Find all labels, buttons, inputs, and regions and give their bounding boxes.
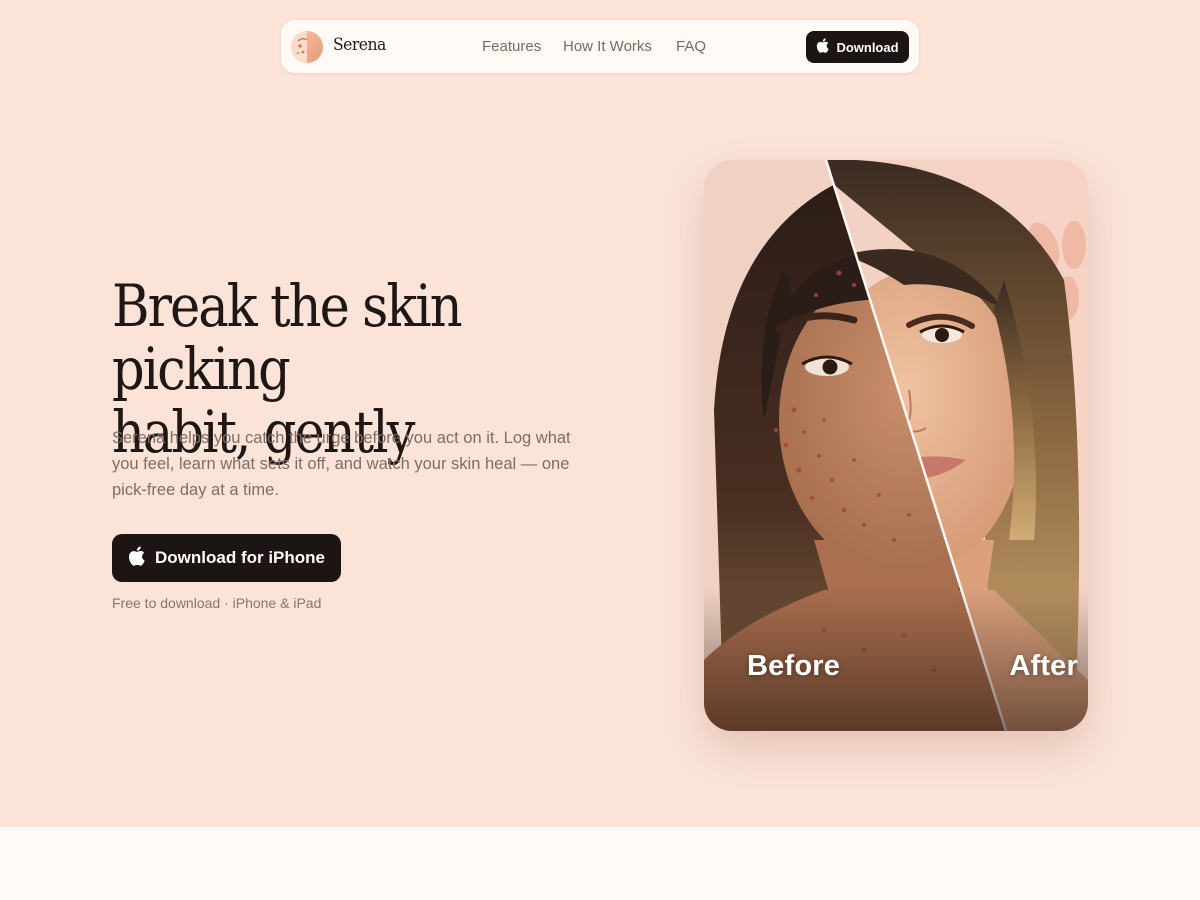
brand-name[interactable]: Serena [333,35,386,55]
apple-icon [128,546,145,571]
nav-link-how-it-works[interactable]: How It Works [563,38,652,55]
after-label: After [1009,650,1078,682]
nav-link-faq[interactable]: FAQ [676,38,706,55]
download-for-iphone-button[interactable]: Download for iPhone [112,534,341,582]
before-after-illustration [704,160,1088,731]
top-nav: Serena Features How It Works FAQ Downloa… [281,20,919,73]
nav-download-label: Download [836,39,899,55]
next-section [0,827,1200,900]
cta-label: Download for iPhone [155,548,325,567]
before-label: Before [747,650,841,682]
apple-icon [816,38,830,56]
serena-logo-icon[interactable] [291,31,323,63]
nav-link-features[interactable]: Features [482,38,541,55]
cta-note: Free to download · iPhone & iPad [112,595,322,611]
nav-download-button[interactable]: Download [806,31,909,63]
hero-description: Serena helps you catch the urge before y… [112,429,571,499]
before-after-photo: Before After [704,160,1088,731]
headline-line-1: Break the skin picking [112,272,463,403]
